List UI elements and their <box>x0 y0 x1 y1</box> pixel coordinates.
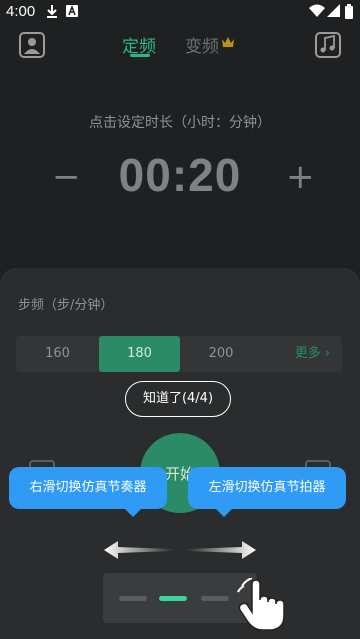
cadence-title: 步频（步/分钟） <box>18 298 114 313</box>
increase-button[interactable]: + <box>286 160 315 194</box>
wifi-icon <box>309 4 325 17</box>
more-link[interactable]: 更多 › <box>295 336 330 372</box>
tooltip-swipe-left: 左滑切换仿真节拍器 <box>188 467 346 509</box>
pager-dot-active <box>159 596 187 601</box>
notification-a-icon <box>66 4 78 17</box>
download-icon <box>47 5 57 18</box>
person-icon <box>24 38 40 54</box>
got-it-button[interactable]: 知道了(4/4) <box>125 381 231 417</box>
status-time: 4:00 <box>6 3 36 20</box>
battery-icon <box>345 4 353 19</box>
swipe-arrows-icon <box>104 541 256 559</box>
status-bar: 4:00 <box>0 0 360 24</box>
music-button[interactable] <box>315 32 341 58</box>
top-bar: 定频 变频 <box>0 24 360 68</box>
signal-icon <box>327 4 340 17</box>
tab-variable-frequency[interactable]: 变频 <box>185 32 219 57</box>
tooltip-swipe-right: 右滑切换仿真节奏器 <box>9 467 167 509</box>
crown-icon <box>222 37 234 47</box>
tooltip-tail <box>216 509 232 517</box>
cadence-option[interactable]: 200 <box>180 336 262 372</box>
cadence-selector: 160 180 200 更多 › <box>16 336 342 372</box>
music-note-icon <box>320 34 335 53</box>
pager-dot <box>119 596 147 601</box>
hand-pointer-icon <box>237 578 285 631</box>
tab-active-indicator <box>130 54 150 57</box>
cadence-option[interactable]: 160 <box>16 336 99 372</box>
cadence-option-selected[interactable]: 180 <box>99 336 180 372</box>
timer-hint: 点击设定时长（小时：分钟） <box>89 115 271 131</box>
pager-dot <box>201 596 229 601</box>
tooltip-tail <box>125 509 141 517</box>
profile-button[interactable] <box>19 32 45 58</box>
